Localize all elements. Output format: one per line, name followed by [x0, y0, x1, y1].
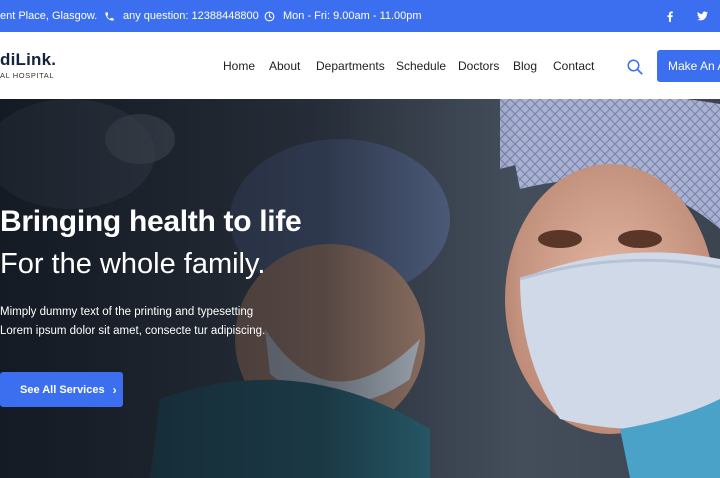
- twitter-link[interactable]: [697, 0, 708, 32]
- phone-text: any question: 12388448800: [123, 10, 259, 22]
- clock-icon: [264, 11, 275, 21]
- hero-description-line2: Lorem ipsum dolor sit amet, consecte tur…: [0, 325, 266, 337]
- twitter-icon: [697, 11, 708, 21]
- phone-icon: [105, 11, 114, 21]
- search-button[interactable]: [626, 58, 644, 76]
- nav-blog[interactable]: Blog: [513, 32, 537, 99]
- see-all-services-label: See All Services: [20, 383, 105, 396]
- nav-contact[interactable]: Contact: [553, 32, 594, 99]
- see-all-services-button[interactable]: See All Services ›: [0, 372, 123, 407]
- phone-info[interactable]: any question: 12388448800: [104, 0, 259, 32]
- hero-overlay: [0, 99, 720, 478]
- hours-info: Mon - Fri: 9.00am - 11.00pm: [264, 0, 422, 32]
- nav-doctors[interactable]: Doctors: [458, 32, 499, 99]
- hours-text: Mon - Fri: 9.00am - 11.00pm: [283, 10, 422, 22]
- nav-about[interactable]: About: [269, 32, 300, 99]
- facebook-link[interactable]: [666, 0, 674, 32]
- address-info: ent Place, Glasgow.: [0, 0, 97, 32]
- logo-name[interactable]: diLink.: [0, 50, 56, 70]
- make-appointment-label: Make An Ap: [668, 59, 720, 73]
- site-header: diLink. AL HOSPITAL Home About Departmen…: [0, 32, 720, 99]
- facebook-icon: [667, 10, 673, 22]
- hero-title: Bringing health to life: [0, 205, 302, 238]
- make-appointment-button[interactable]: Make An Ap: [657, 50, 720, 82]
- nav-schedule[interactable]: Schedule: [396, 32, 446, 99]
- top-bar: ent Place, Glasgow. any question: 123884…: [0, 0, 720, 32]
- chevron-right-icon: ›: [112, 382, 117, 397]
- logo-tagline: AL HOSPITAL: [0, 71, 55, 80]
- address-text: ent Place, Glasgow.: [0, 10, 98, 22]
- nav-departments[interactable]: Departments: [316, 32, 385, 99]
- search-icon: [627, 59, 643, 75]
- hero-section: Bringing health to life For the whole fa…: [0, 99, 720, 478]
- hero-description-line1: Mimply dummy text of the printing and ty…: [0, 306, 254, 318]
- hero-subtitle: For the whole family.: [0, 248, 266, 280]
- nav-home[interactable]: Home: [223, 32, 255, 99]
